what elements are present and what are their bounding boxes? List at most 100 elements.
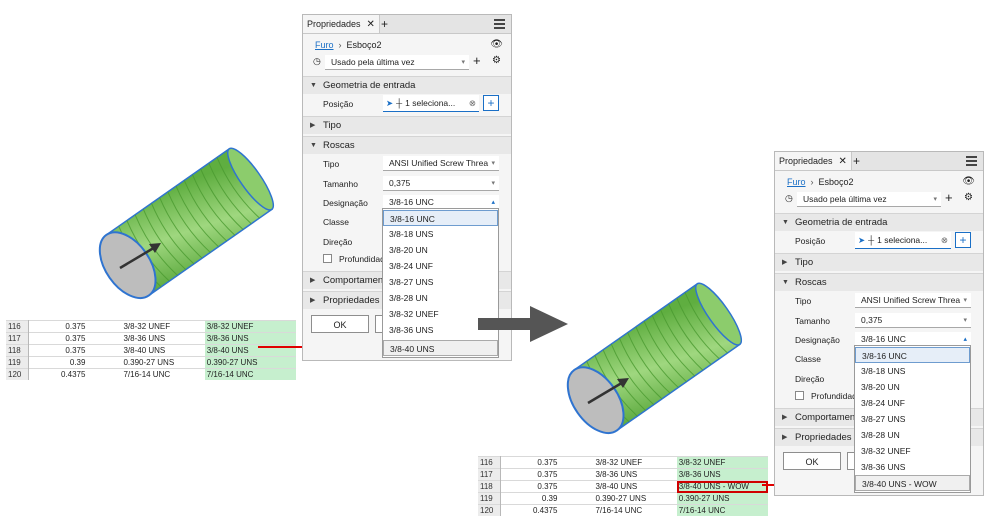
table-cell: 7/16-14 UNC <box>204 368 296 380</box>
class-label: Classe <box>323 217 349 227</box>
dropdown-option[interactable]: 3/8-24 UNF <box>855 395 970 411</box>
clear-icon[interactable]: ⊗ <box>469 95 476 111</box>
chevron-right-icon: › <box>338 40 342 50</box>
panel-tab-bar: Propriedades ✕ + <box>303 15 511 34</box>
ok-button[interactable]: OK <box>311 315 369 333</box>
section-title: Comportamen <box>795 412 856 423</box>
tab-properties[interactable]: Propriedades ✕ <box>775 152 852 170</box>
section-title: Tipo <box>323 120 342 131</box>
section-threads[interactable]: ▼ Roscas <box>303 136 511 154</box>
class-label: Classe <box>795 354 821 364</box>
thread-type-value: ANSI Unified Screw Threa <box>389 158 489 168</box>
tab-properties[interactable]: Propriedades ✕ <box>303 15 380 33</box>
dropdown-option[interactable]: 3/8-24 UNF <box>383 258 498 274</box>
section-title: Propriedades a <box>323 295 388 306</box>
gear-icon[interactable]: ⚙ <box>492 55 501 66</box>
add-tab-icon[interactable]: + <box>853 152 860 170</box>
table-row: 116 0.375 3/8-32 UNEF 3/8-32 UNEF <box>6 320 296 333</box>
section-threads[interactable]: ▼ Roscas <box>775 273 983 291</box>
dropdown-option[interactable]: 3/8-40 UNS <box>383 340 498 356</box>
expand-triangle-icon: ▶ <box>310 297 316 304</box>
section-type[interactable]: ▶ Tipo <box>303 116 511 134</box>
thread-type-dropdown[interactable]: ANSI Unified Screw Threa ▾ <box>383 156 499 171</box>
cursor-arrow-icon: ➤ <box>858 235 866 245</box>
section-type[interactable]: ▶ Tipo <box>775 253 983 271</box>
dropdown-option[interactable]: 3/8-28 UN <box>855 427 970 443</box>
designation-value: 3/8-16 UNC <box>389 197 434 207</box>
thread-type-label: Tipo <box>323 159 340 169</box>
breadcrumb-current: Esboço2 <box>346 40 382 50</box>
dropdown-option[interactable]: 3/8-20 UN <box>855 379 970 395</box>
section-input-geometry[interactable]: ▼ Geometria de entrada <box>775 213 983 231</box>
thread-type-value: ANSI Unified Screw Threa <box>861 295 961 305</box>
ok-button[interactable]: OK <box>783 452 841 470</box>
depth-checkbox[interactable] <box>795 391 804 400</box>
close-icon[interactable]: ✕ <box>839 156 847 167</box>
chevron-down-icon: ▾ <box>491 160 495 167</box>
dropdown-option[interactable]: 3/8-16 UNC <box>855 347 970 363</box>
table-cell: 3/8-32 UNEF <box>87 320 205 333</box>
dropdown-option[interactable]: 3/8-16 UNC <box>383 210 498 226</box>
preset-dropdown[interactable]: Usado pela última vez ▾ <box>797 192 941 207</box>
table-cell: 7/16-14 UNC <box>559 504 677 516</box>
depth-checkbox[interactable] <box>323 254 332 263</box>
dropdown-option[interactable]: 3/8-28 UN <box>383 290 498 306</box>
section-input-geometry[interactable]: ▼ Geometria de entrada <box>303 76 511 94</box>
table-cell: 0.390-27 UNS <box>204 356 296 369</box>
thread-type-dropdown[interactable]: ANSI Unified Screw Threa ▾ <box>855 293 971 308</box>
row-number: 117 <box>6 332 29 345</box>
chevron-down-icon: ▾ <box>491 180 495 187</box>
dropdown-option[interactable]: 3/8-18 UNS <box>855 363 970 379</box>
preset-dropdown[interactable]: Usado pela última vez ▾ <box>325 55 469 70</box>
position-selector[interactable]: ➤ ┼ 1 seleciona... ⊗ <box>855 232 951 249</box>
table-cell: 0.390-27 UNS <box>676 492 768 505</box>
tab-label: Propriedades <box>779 156 833 166</box>
hamburger-menu-icon[interactable] <box>494 19 505 29</box>
add-position-button[interactable]: + <box>483 95 499 111</box>
eye-icon[interactable]: 👁 <box>490 37 503 53</box>
table-cell: 0.375 <box>500 468 560 481</box>
table-cell: 3/8-40 UNS <box>559 480 677 493</box>
breadcrumb: Furo › Esboço2 👁 <box>303 37 511 53</box>
gear-icon[interactable]: ⚙ <box>964 192 973 203</box>
dropdown-option[interactable]: 3/8-18 UNS <box>383 226 498 242</box>
dropdown-option[interactable]: 3/8-32 UNEF <box>855 443 970 459</box>
clock-icon: ◷ <box>785 193 793 203</box>
add-tab-icon[interactable]: + <box>381 15 388 33</box>
table-cell: 0.375 <box>500 480 560 493</box>
table-row: 118 0.375 3/8-40 UNS 3/8-40 UNS <box>6 344 296 357</box>
crosshair-icon: ┼ <box>868 235 875 245</box>
chevron-down-icon: ▾ <box>461 59 465 66</box>
table-cell: 7/16-14 UNC <box>87 368 205 380</box>
direction-label: Direção <box>795 374 825 384</box>
dropdown-option[interactable]: 3/8-36 UNS <box>855 459 970 475</box>
dropdown-option[interactable]: 3/8-27 UNS <box>383 274 498 290</box>
designation-dropdown-list: 3/8-16 UNC 3/8-18 UNS 3/8-20 UN 3/8-24 U… <box>854 345 971 493</box>
dropdown-option[interactable]: 3/8-27 UNS <box>855 411 970 427</box>
size-dropdown[interactable]: 0,375 ▾ <box>383 176 499 191</box>
add-position-button[interactable]: + <box>955 232 971 248</box>
section-title: Tipo <box>795 257 814 268</box>
eye-icon[interactable]: 👁 <box>962 174 975 190</box>
expand-triangle-icon: ▶ <box>310 122 316 129</box>
threaded-cylinder-model-right <box>566 282 743 434</box>
table-cell: 0.375 <box>28 344 88 357</box>
add-preset-icon[interactable]: + <box>945 190 953 205</box>
position-value: 1 seleciona... <box>405 98 456 108</box>
hamburger-menu-icon[interactable] <box>966 156 977 166</box>
section-title: Geometria de entrada <box>795 217 888 228</box>
position-selector[interactable]: ➤ ┼ 1 seleciona... ⊗ <box>383 95 479 112</box>
breadcrumb-link-root[interactable]: Furo <box>315 40 334 50</box>
dropdown-option[interactable]: 3/8-20 UN <box>383 242 498 258</box>
table-row: 120 0.4375 7/16-14 UNC 7/16-14 UNC <box>6 368 296 380</box>
dropdown-option[interactable]: 3/8-40 UNS - WOW <box>855 475 970 491</box>
add-preset-icon[interactable]: + <box>473 53 481 68</box>
row-number: 116 <box>478 456 501 469</box>
size-dropdown[interactable]: 0,375 ▾ <box>855 313 971 328</box>
breadcrumb-link-root[interactable]: Furo <box>787 177 806 187</box>
section-title: Roscas <box>323 140 355 151</box>
clear-icon[interactable]: ⊗ <box>941 232 948 248</box>
collapse-triangle-icon: ▼ <box>310 82 317 89</box>
close-icon[interactable]: ✕ <box>367 19 375 30</box>
position-value: 1 seleciona... <box>877 235 928 245</box>
